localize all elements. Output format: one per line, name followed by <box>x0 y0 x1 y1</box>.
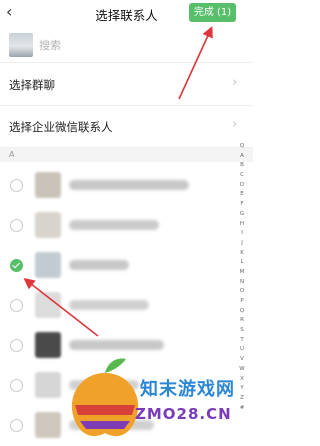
watermark-title: 知末游戏网 <box>140 379 235 400</box>
arrow-to-checkbox-icon <box>23 278 99 337</box>
watermark-url: ZMO28.CN <box>135 405 232 423</box>
arrow-to-done-icon <box>178 26 213 100</box>
